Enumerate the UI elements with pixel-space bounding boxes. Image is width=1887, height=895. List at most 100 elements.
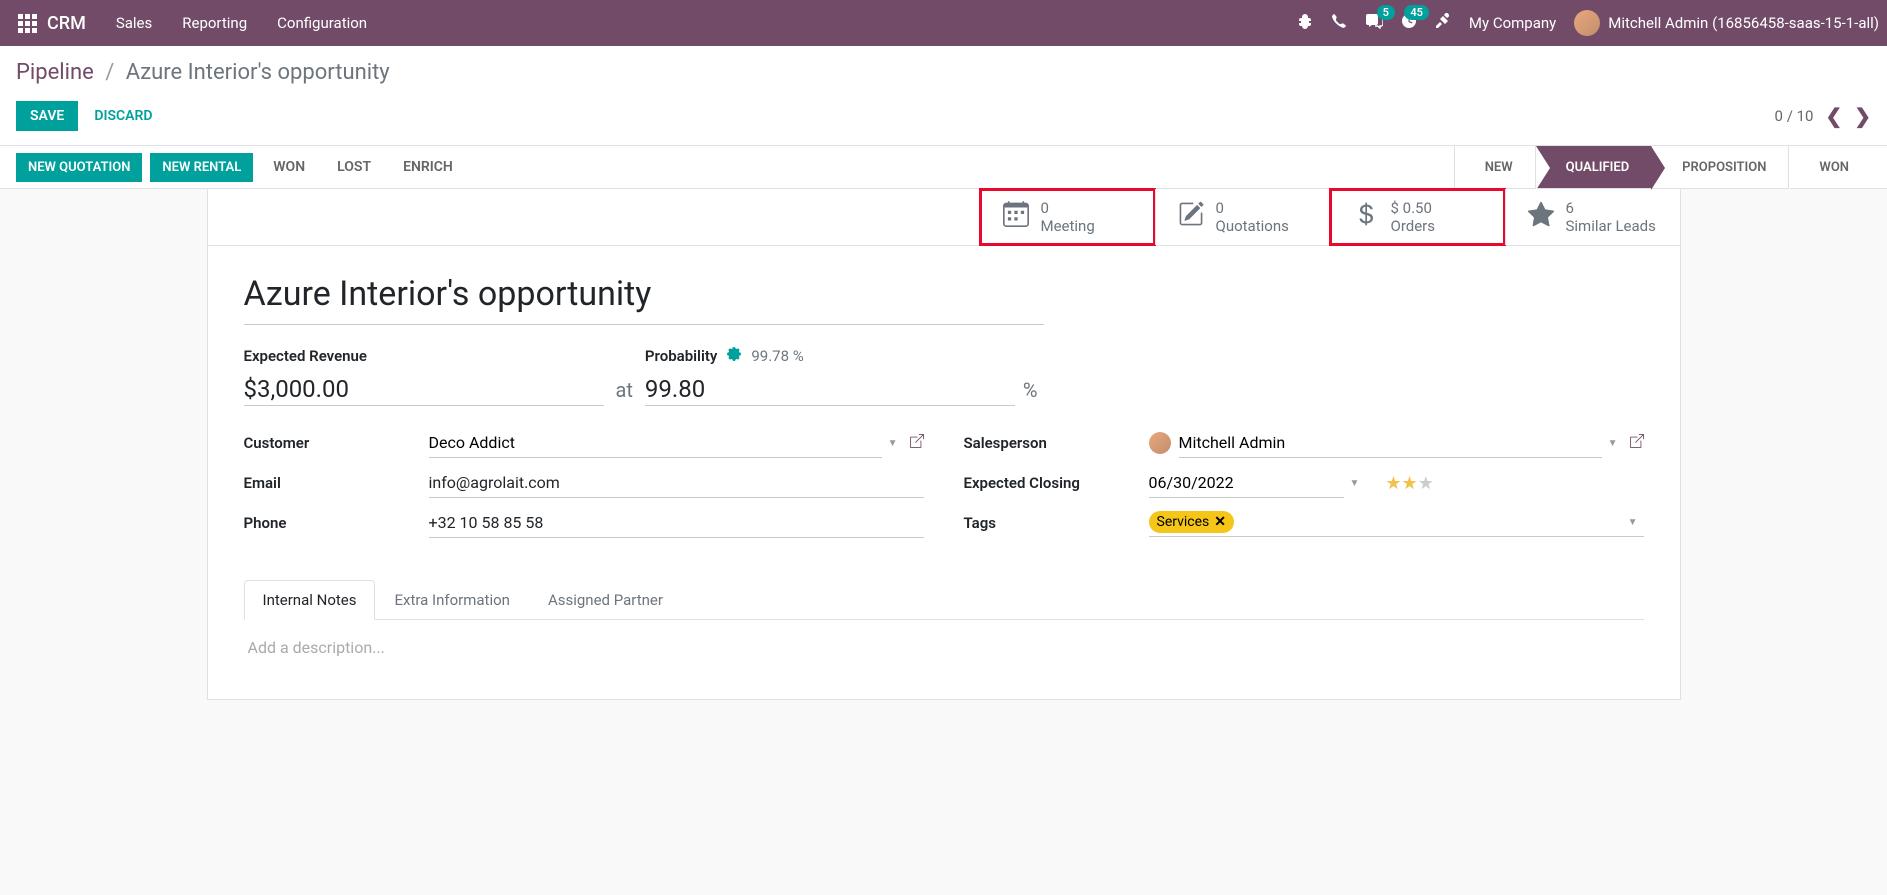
external-link-icon[interactable] <box>910 434 924 452</box>
stage-new[interactable]: NEW <box>1454 146 1535 188</box>
external-link-icon[interactable] <box>1630 434 1644 452</box>
company-selector[interactable]: My Company <box>1469 14 1556 32</box>
breadcrumb: Pipeline / Azure Interior's opportunity <box>16 60 1871 85</box>
messaging-icon[interactable]: 5 <box>1365 13 1383 33</box>
phone-input[interactable] <box>429 508 924 538</box>
description-input[interactable]: Add a description... <box>248 638 1640 657</box>
nav-menu-reporting[interactable]: Reporting <box>182 14 247 32</box>
pager: 0 / 10 ❮ ❯ <box>1775 104 1871 128</box>
lost-button[interactable]: LOST <box>325 152 383 182</box>
stat-similar-label: Similar Leads <box>1566 217 1656 235</box>
salesperson-input[interactable] <box>1179 428 1602 458</box>
expected-revenue-label: Expected Revenue <box>244 347 604 365</box>
discard-button[interactable]: DISCARD <box>94 108 152 124</box>
enrich-button[interactable]: ENRICH <box>391 152 465 182</box>
tab-extra-information[interactable]: Extra Information <box>375 580 528 619</box>
stat-orders-label: Orders <box>1391 217 1436 235</box>
breadcrumb-current: Azure Interior's opportunity <box>126 60 390 85</box>
expected-revenue-input[interactable] <box>244 373 604 406</box>
stage-qualified[interactable]: QUALIFIED <box>1535 146 1652 188</box>
apps-icon[interactable] <box>18 14 37 33</box>
customer-label: Customer <box>244 434 429 452</box>
stage-bar: NEW QUALIFIED PROPOSITION WON <box>1454 146 1871 188</box>
opportunity-name-input[interactable] <box>244 270 1044 325</box>
star-icon[interactable]: ★ <box>1418 473 1434 494</box>
stat-similar-value: 6 <box>1566 199 1656 217</box>
save-button[interactable]: SAVE <box>16 101 78 131</box>
caret-down-icon[interactable]: ▼ <box>1350 478 1360 489</box>
control-bar: SAVE DISCARD 0 / 10 ❮ ❯ <box>0 93 1887 145</box>
stat-meeting[interactable]: 0 Meeting <box>980 189 1155 245</box>
activities-badge: 45 <box>1404 5 1429 20</box>
tab-content: Add a description... <box>244 620 1644 675</box>
tag-label: Services <box>1157 514 1210 530</box>
avatar <box>1574 10 1600 36</box>
pager-prev-icon[interactable]: ❮ <box>1825 104 1842 128</box>
tabs: Internal Notes Extra Information Assigne… <box>244 580 1644 620</box>
main-navbar: CRM Sales Reporting Configuration 5 45 M… <box>0 0 1887 46</box>
calendar-icon <box>1003 201 1029 234</box>
breadcrumb-root[interactable]: Pipeline <box>16 60 94 85</box>
new-quotation-button[interactable]: NEW QUOTATION <box>16 153 142 182</box>
stat-orders-value: $ 0.50 <box>1391 199 1436 217</box>
nav-menu-sales[interactable]: Sales <box>116 14 152 32</box>
probability-input[interactable] <box>645 373 1015 406</box>
user-name: Mitchell Admin (16856458-saas-15-1-all) <box>1608 14 1879 32</box>
stat-meeting-label: Meeting <box>1041 217 1095 235</box>
won-button[interactable]: WON <box>261 152 317 182</box>
stat-similar[interactable]: 6 Similar Leads <box>1505 189 1680 245</box>
stage-proposition[interactable]: PROPOSITION <box>1651 146 1788 188</box>
caret-down-icon[interactable]: ▼ <box>888 438 898 449</box>
phone-icon[interactable] <box>1331 13 1347 33</box>
email-label: Email <box>244 474 429 492</box>
priority-stars[interactable]: ★★★ <box>1385 473 1433 494</box>
stage-won[interactable]: WON <box>1788 146 1871 188</box>
customer-input[interactable] <box>429 428 882 458</box>
tab-internal-notes[interactable]: Internal Notes <box>244 580 376 620</box>
star-icon[interactable]: ★ <box>1385 473 1401 494</box>
debug-icon[interactable] <box>1297 13 1313 33</box>
new-rental-button[interactable]: NEW RENTAL <box>150 153 253 182</box>
probability-label: Probability <box>645 347 717 365</box>
stat-quotations-label: Quotations <box>1216 217 1289 235</box>
caret-down-icon[interactable]: ▼ <box>1608 438 1618 449</box>
stat-orders[interactable]: $ 0.50 Orders <box>1330 189 1505 245</box>
phone-label: Phone <box>244 514 429 532</box>
star-icon[interactable]: ★ <box>1402 473 1418 494</box>
status-bar: NEW QUOTATION NEW RENTAL WON LOST ENRICH… <box>0 145 1887 189</box>
caret-down-icon[interactable]: ▼ <box>1628 517 1638 528</box>
form-sheet: 0 Meeting 0 Quotations $ 0.50 <box>207 188 1681 700</box>
tags-input[interactable]: Services ✕ ▼ <box>1149 508 1644 537</box>
tag-remove-icon[interactable]: ✕ <box>1214 514 1226 530</box>
stat-meeting-value: 0 <box>1041 199 1095 217</box>
percent-label: % <box>1023 378 1038 402</box>
pager-next-icon[interactable]: ❯ <box>1854 104 1871 128</box>
edit-icon <box>1178 201 1204 234</box>
nav-menu: Sales Reporting Configuration <box>116 14 367 32</box>
pager-value[interactable]: 0 / 10 <box>1775 107 1814 125</box>
stat-quotations[interactable]: 0 Quotations <box>1155 189 1330 245</box>
tag-chip: Services ✕ <box>1149 511 1235 533</box>
dollar-icon <box>1353 201 1379 234</box>
app-brand[interactable]: CRM <box>47 13 86 34</box>
expected-closing-input[interactable] <box>1149 468 1344 498</box>
breadcrumb-bar: Pipeline / Azure Interior's opportunity <box>0 46 1887 93</box>
stat-buttons: 0 Meeting 0 Quotations $ 0.50 <box>208 189 1680 246</box>
at-label: at <box>616 378 633 402</box>
nav-menu-configuration[interactable]: Configuration <box>277 14 367 32</box>
tools-icon[interactable] <box>1435 13 1451 33</box>
auto-probability: 99.78 % <box>751 347 803 365</box>
messaging-badge: 5 <box>1377 5 1395 20</box>
tab-assigned-partner[interactable]: Assigned Partner <box>529 580 682 619</box>
salesperson-label: Salesperson <box>964 434 1149 452</box>
user-menu[interactable]: Mitchell Admin (16856458-saas-15-1-all) <box>1574 10 1879 36</box>
star-icon <box>1528 201 1554 234</box>
avatar <box>1149 432 1171 454</box>
email-input[interactable] <box>429 468 924 498</box>
expected-closing-label: Expected Closing <box>964 474 1149 492</box>
breadcrumb-separator: / <box>105 60 114 85</box>
gear-icon[interactable] <box>727 347 741 365</box>
tags-label: Tags <box>964 514 1149 532</box>
activities-icon[interactable]: 45 <box>1401 13 1417 33</box>
stat-quotations-value: 0 <box>1216 199 1289 217</box>
